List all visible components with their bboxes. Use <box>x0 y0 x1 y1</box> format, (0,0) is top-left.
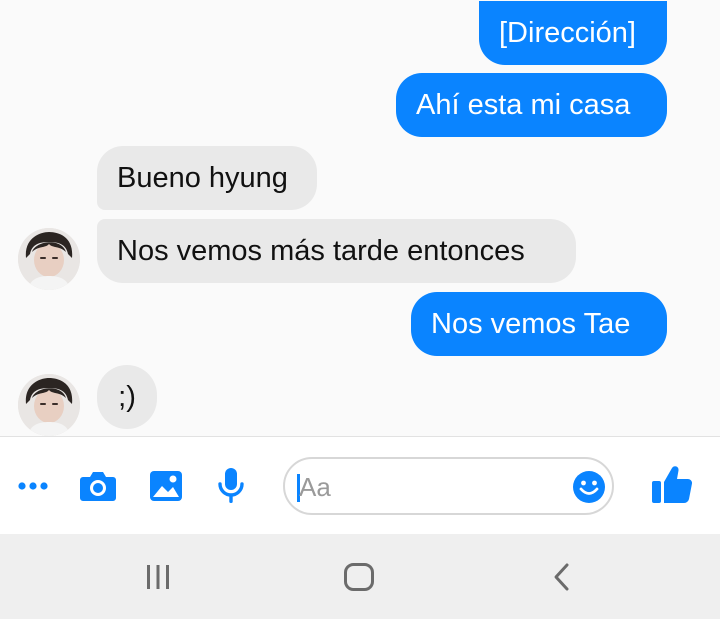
message-text: Ahí esta mi casa <box>416 88 631 121</box>
message-input[interactable]: Aa <box>283 457 614 515</box>
system-navigation-bar <box>0 534 720 619</box>
emoji-icon[interactable] <box>571 469 607 505</box>
recent-apps-icon[interactable] <box>140 560 176 594</box>
message-text: ;) <box>118 380 136 413</box>
home-icon[interactable] <box>340 560 378 594</box>
image-icon[interactable] <box>146 467 186 505</box>
input-placeholder: Aa <box>299 472 331 502</box>
message-text: [Dirección] <box>499 16 636 49</box>
message-text: Bueno hyung <box>117 161 288 194</box>
message-composer: Aa <box>0 436 720 535</box>
more-icon[interactable] <box>14 470 52 502</box>
back-icon[interactable] <box>545 560 577 594</box>
camera-icon[interactable] <box>78 467 118 505</box>
message-bubble-incoming[interactable]: ;) <box>97 365 157 429</box>
message-bubble-outgoing[interactable]: Nos vemos Tae <box>411 292 667 356</box>
message-bubble-incoming[interactable]: Bueno hyung <box>97 146 317 210</box>
contact-avatar[interactable] <box>18 228 80 290</box>
message-thread[interactable]: [Dirección] Ahí esta mi casa Bueno hyung… <box>0 0 720 436</box>
contact-avatar[interactable] <box>18 374 80 436</box>
message-bubble-outgoing[interactable]: [Dirección] <box>479 1 667 65</box>
microphone-icon[interactable] <box>211 465 251 507</box>
message-bubble-incoming[interactable]: Nos vemos más tarde entonces <box>97 219 576 283</box>
message-text: Nos vemos Tae <box>431 307 631 340</box>
message-bubble-outgoing[interactable]: Ahí esta mi casa <box>396 73 667 137</box>
thumbs-up-icon[interactable] <box>648 463 696 507</box>
message-text: Nos vemos más tarde entonces <box>117 234 525 267</box>
